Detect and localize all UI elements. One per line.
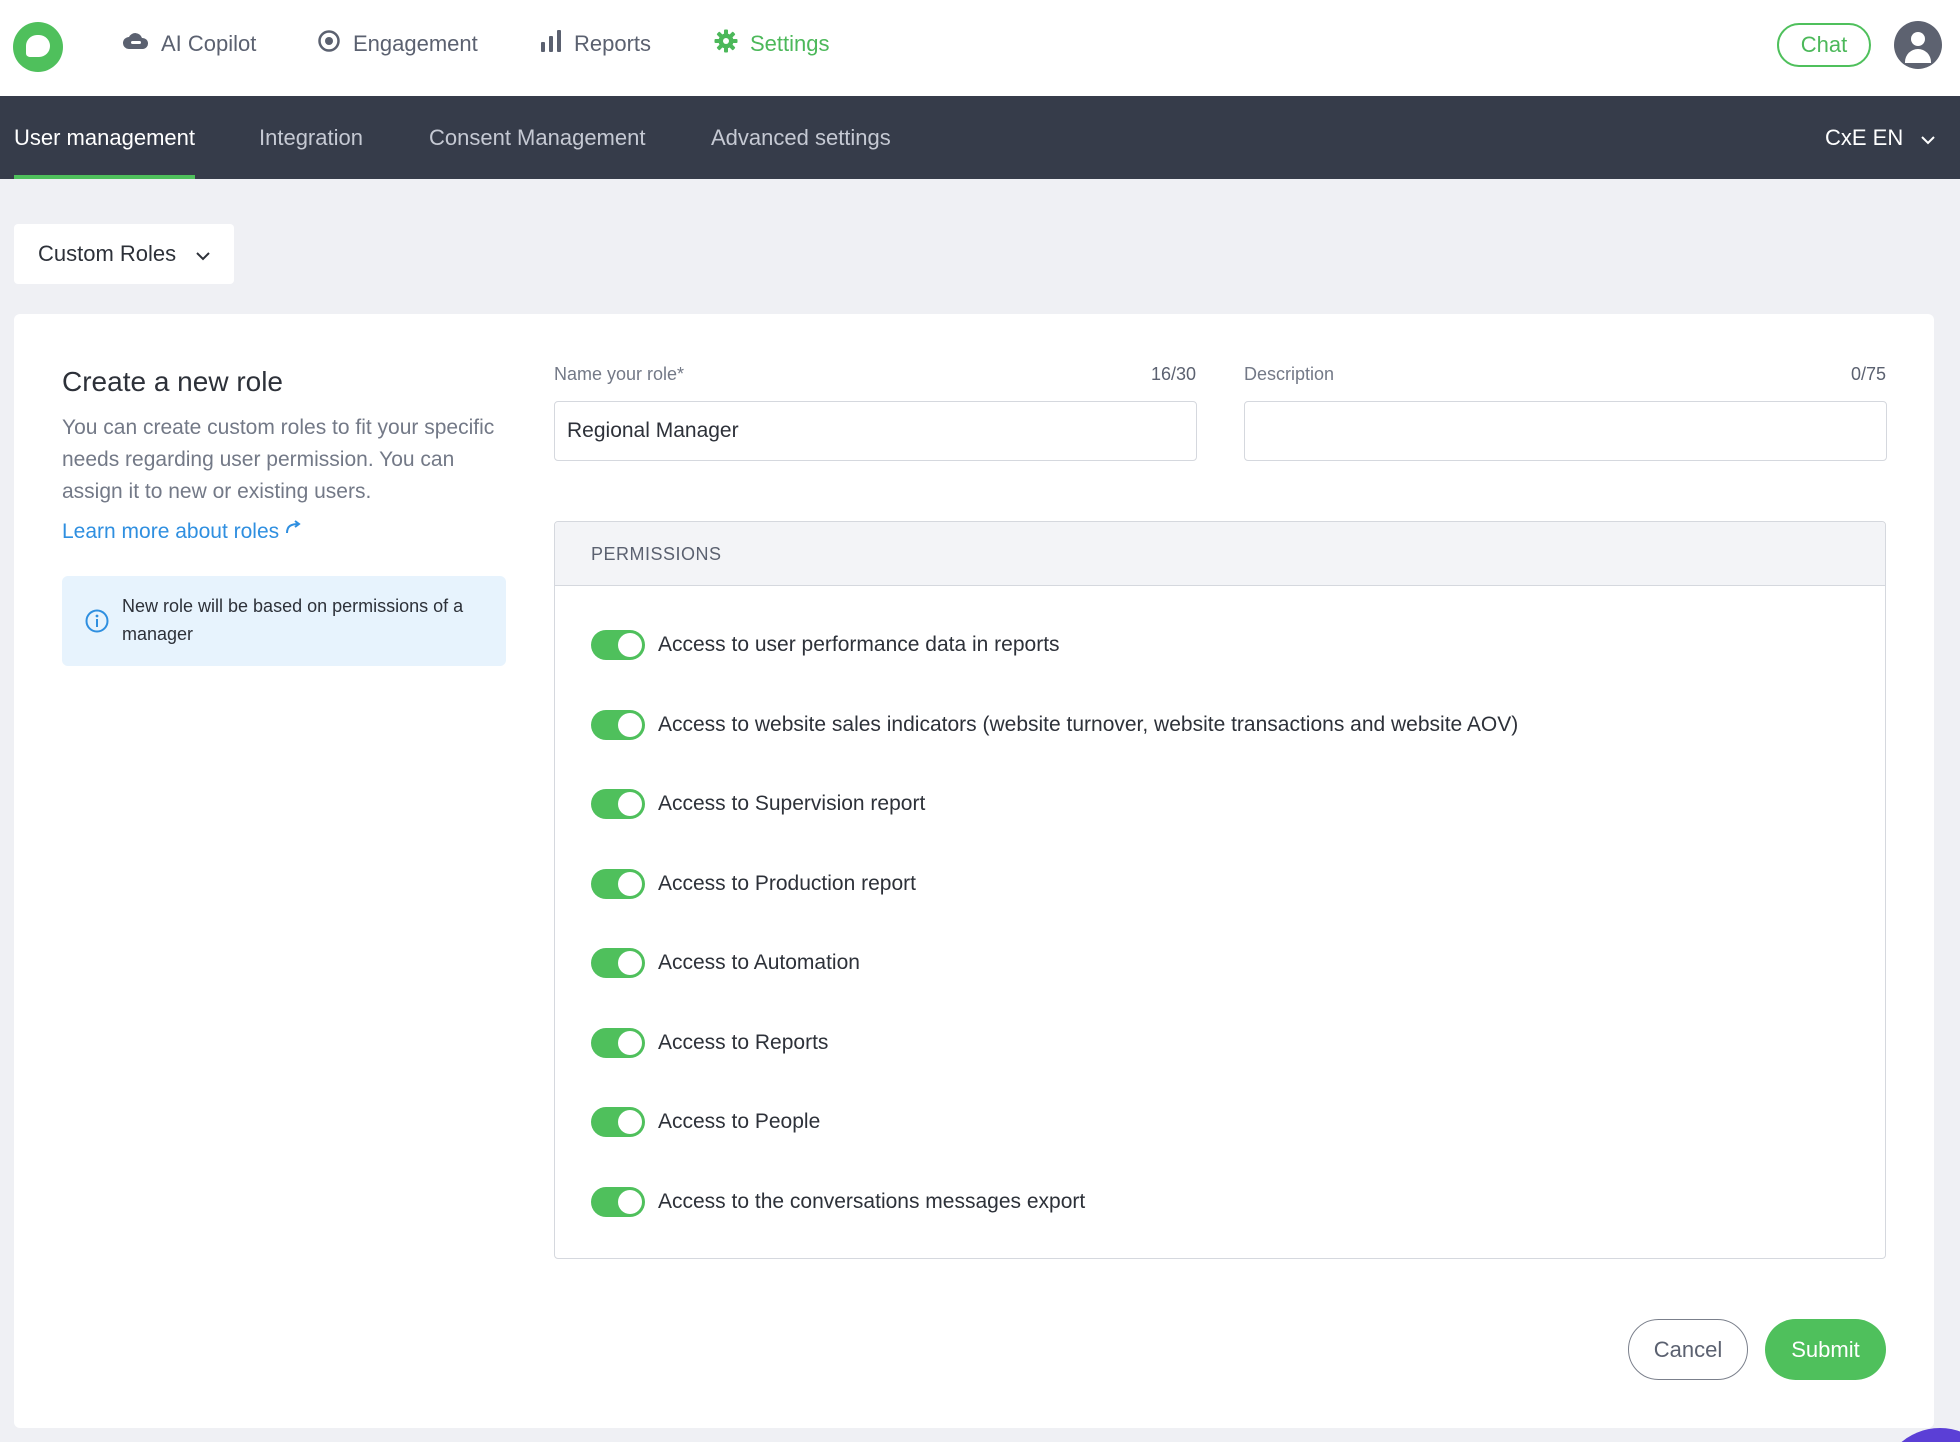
description-input[interactable] bbox=[1244, 401, 1887, 461]
nav-item-reports[interactable]: Reports bbox=[540, 26, 651, 62]
role-name-counter: 16/30 bbox=[1150, 364, 1196, 384]
nav-item-label: AI Copilot bbox=[161, 31, 257, 56]
permission-row: Access to People bbox=[591, 1106, 820, 1138]
permission-row: Access to user performance data in repor… bbox=[591, 629, 1060, 661]
permission-row: Access to Automation bbox=[591, 947, 860, 979]
permission-label: Access to the conversations messages exp… bbox=[658, 1190, 1086, 1213]
permission-row: Access to the conversations messages exp… bbox=[591, 1186, 1085, 1218]
nav-item-label: Reports bbox=[574, 31, 652, 56]
top-bar: AI Copilot Engagement Reports Settings C… bbox=[0, 0, 1960, 96]
tab-integration[interactable]: Integration bbox=[259, 96, 363, 179]
tab-consent-management[interactable]: Consent Management bbox=[429, 96, 645, 179]
role-name-input[interactable] bbox=[554, 401, 1197, 461]
language-label: CxE EN bbox=[1825, 124, 1904, 150]
cancel-button[interactable]: Cancel bbox=[1628, 1319, 1748, 1380]
permission-toggle[interactable] bbox=[591, 1107, 645, 1137]
permission-label: Access to People bbox=[658, 1110, 821, 1133]
permission-row: Access to website sales indicators (webs… bbox=[591, 709, 1518, 741]
permission-label: Access to website sales indicators (webs… bbox=[658, 713, 1519, 736]
permission-toggle[interactable] bbox=[591, 789, 645, 819]
tab-advanced-settings[interactable]: Advanced settings bbox=[711, 96, 891, 179]
page-title: Create a new role bbox=[62, 366, 284, 397]
permissions-title: PERMISSIONS bbox=[591, 544, 722, 564]
chat-button[interactable]: Chat bbox=[1777, 23, 1871, 67]
submit-button[interactable]: Submit bbox=[1765, 1319, 1886, 1380]
nav-item-settings[interactable]: Settings bbox=[714, 26, 830, 62]
info-icon bbox=[85, 609, 109, 638]
info-notice: New role will be based on permissions of… bbox=[62, 576, 506, 666]
tab-label: Integration bbox=[259, 124, 363, 150]
learn-more-label: Learn more about roles bbox=[62, 520, 280, 543]
permission-toggle[interactable] bbox=[591, 630, 645, 660]
nav-item-label: Settings bbox=[750, 31, 830, 56]
gear-icon bbox=[714, 29, 738, 59]
permission-row: Access to Production report bbox=[591, 868, 916, 900]
tab-label: User management bbox=[14, 124, 195, 150]
permission-toggle[interactable] bbox=[591, 869, 645, 899]
tab-label: Consent Management bbox=[429, 124, 646, 150]
tab-label: Advanced settings bbox=[711, 124, 891, 150]
chevron-down-icon bbox=[1921, 125, 1935, 151]
permission-toggle[interactable] bbox=[591, 1028, 645, 1058]
language-selector[interactable]: CxE EN bbox=[1825, 96, 1935, 179]
permission-toggle[interactable] bbox=[591, 948, 645, 978]
role-name-label: Name your role* bbox=[554, 364, 685, 384]
settings-subnav: User management Integration Consent Mana… bbox=[0, 96, 1960, 179]
app-logo-icon[interactable] bbox=[13, 22, 63, 72]
chat-widget-launcher[interactable] bbox=[1880, 1428, 1960, 1442]
description-counter: 0/75 bbox=[1850, 364, 1886, 384]
info-text: New role will be based on permissions of… bbox=[122, 596, 464, 644]
nav-item-label: Engagement bbox=[353, 31, 478, 56]
external-link-icon bbox=[285, 516, 303, 540]
user-avatar-icon[interactable] bbox=[1894, 21, 1942, 69]
permission-row: Access to Reports bbox=[591, 1027, 828, 1059]
permission-label: Access to Supervision report bbox=[658, 792, 926, 815]
nav-item-engagement[interactable]: Engagement bbox=[317, 26, 478, 62]
permission-row: Access to Supervision report bbox=[591, 788, 925, 820]
permissions-panel: PERMISSIONS Access to user performance d… bbox=[554, 521, 1886, 1259]
permission-label: Access to Production report bbox=[658, 872, 916, 895]
bar-chart-icon bbox=[540, 30, 562, 58]
permission-label: Access to user performance data in repor… bbox=[658, 633, 1060, 656]
create-role-description: You can create custom roles to fit your … bbox=[62, 416, 495, 503]
description-label: Description bbox=[1244, 364, 1335, 384]
permission-label: Access to Automation bbox=[658, 951, 860, 974]
custom-roles-dropdown[interactable]: Custom Roles bbox=[14, 224, 234, 284]
chevron-down-icon bbox=[196, 241, 210, 267]
permission-toggle[interactable] bbox=[591, 710, 645, 740]
permissions-header: PERMISSIONS bbox=[555, 522, 1885, 586]
tab-user-management[interactable]: User management bbox=[14, 96, 195, 179]
cloud-icon bbox=[123, 31, 149, 57]
learn-more-link[interactable]: Learn more about roles bbox=[62, 520, 303, 544]
target-icon bbox=[317, 29, 341, 59]
permission-label: Access to Reports bbox=[658, 1031, 829, 1054]
dropdown-label: Custom Roles bbox=[38, 241, 177, 266]
nav-item-ai-copilot[interactable]: AI Copilot bbox=[123, 26, 256, 62]
permission-toggle[interactable] bbox=[591, 1187, 645, 1217]
